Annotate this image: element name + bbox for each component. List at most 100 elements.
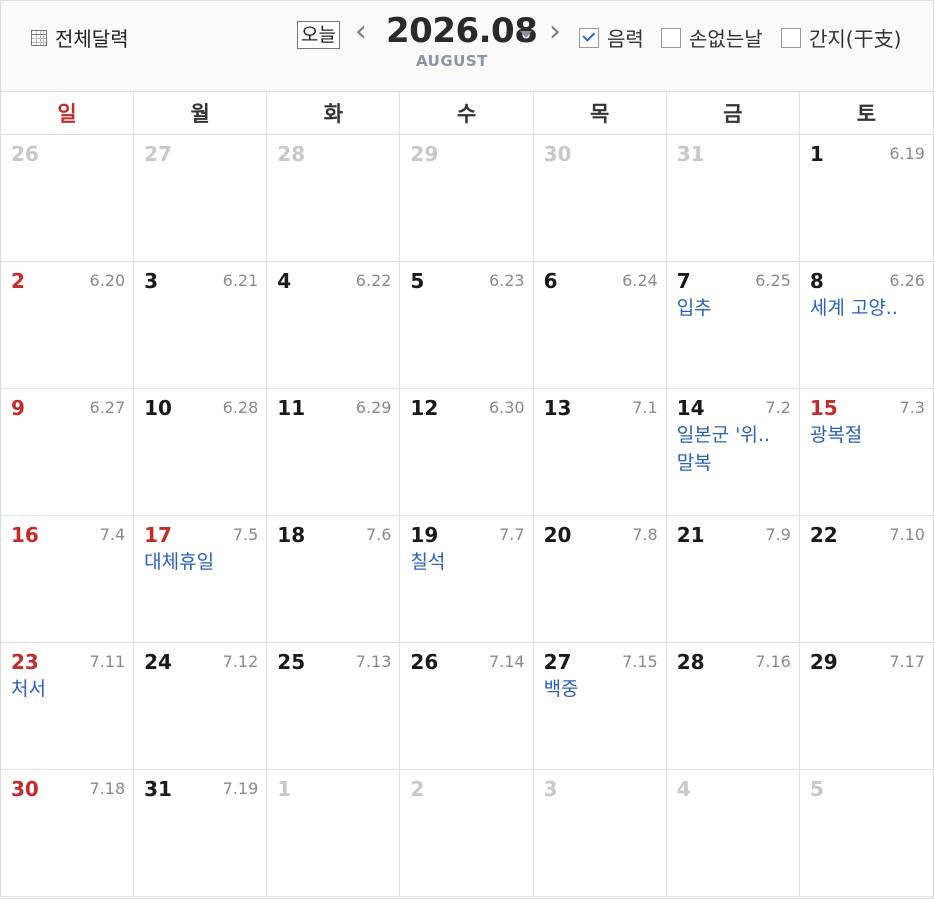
month-dropdown-caret-icon[interactable] <box>520 31 532 38</box>
lunar-date: 7.4 <box>99 525 126 544</box>
day-number: 22 <box>809 523 838 547</box>
lunar-date: 7.17 <box>889 652 925 671</box>
event-item[interactable]: 칠석 <box>410 548 524 576</box>
event-item[interactable]: 백중 <box>544 675 658 703</box>
day-cell[interactable]: 6 6.24 <box>533 262 667 389</box>
lunar-date: 6.24 <box>622 271 658 290</box>
day-cell[interactable]: 2 <box>400 770 534 897</box>
day-number: 31 <box>676 142 705 166</box>
event-item[interactable]: 세계 고양.. <box>810 294 925 322</box>
day-number: 15 <box>809 396 838 420</box>
day-cell[interactable]: 24 7.12 <box>134 643 268 770</box>
day-cell[interactable]: 27 <box>134 135 268 262</box>
lunar-checkbox[interactable] <box>579 27 599 48</box>
day-number: 9 <box>11 396 25 420</box>
day-cell[interactable]: 12 6.30 <box>400 389 534 516</box>
lunar-date: 7.10 <box>889 525 925 544</box>
day-cell[interactable]: 3 <box>533 770 667 897</box>
lunar-date: 6.21 <box>222 271 259 290</box>
ganji-checkbox[interactable] <box>781 27 801 48</box>
event-item[interactable]: 입추 <box>677 294 791 322</box>
lunar-date: 6.22 <box>355 271 392 290</box>
day-number: 19 <box>410 523 439 547</box>
sonop-option[interactable]: 손없는날 <box>661 23 763 52</box>
event-item[interactable]: 대체휴일 <box>144 548 258 576</box>
prev-month-arrow-icon[interactable]: ‹ <box>355 17 367 47</box>
lunar-date: 7.6 <box>365 525 392 544</box>
day-cell[interactable]: 3 6.21 <box>134 262 268 389</box>
day-number: 28 <box>277 142 306 166</box>
month-title[interactable]: 2026.08 <box>386 11 538 51</box>
day-cell[interactable]: 1 6.19 <box>799 135 933 262</box>
day-cell[interactable]: 19 7.7 칠석 <box>400 516 534 643</box>
day-number: 24 <box>144 650 172 674</box>
lunar-date: 7.11 <box>89 652 126 671</box>
day-cell[interactable]: 21 7.9 <box>666 516 800 643</box>
day-number: 18 <box>277 523 306 547</box>
weekday-label: 목 <box>534 92 667 134</box>
day-number: 29 <box>809 650 838 674</box>
day-cell[interactable]: 14 7.2 일본군 '위.. 말복 <box>666 389 800 516</box>
lunar-date: 7.3 <box>899 398 925 417</box>
day-cell[interactable]: 2 6.20 <box>1 262 135 389</box>
weekday-label: 화 <box>267 92 401 134</box>
day-cell[interactable]: 18 7.6 <box>267 516 401 643</box>
day-cell[interactable]: 8 6.26 세계 고양.. <box>799 262 933 389</box>
day-cell[interactable]: 17 7.5 대체휴일 <box>134 516 268 643</box>
lunar-date: 7.14 <box>488 652 525 671</box>
day-cell[interactable]: 30 <box>533 135 667 262</box>
event-list: 입추 <box>677 294 791 322</box>
day-number: 3 <box>543 777 558 801</box>
day-cell[interactable]: 28 <box>267 135 401 262</box>
day-cell[interactable]: 9 6.27 <box>1 389 135 516</box>
day-cell[interactable]: 7 6.25 입추 <box>666 262 800 389</box>
day-cell[interactable]: 25 7.13 <box>267 643 401 770</box>
event-item[interactable]: 일본군 '위.. <box>677 421 791 449</box>
day-cell[interactable]: 1 <box>267 770 401 897</box>
calendar-toolbar: 전체달력 오늘 ‹ 2026.08 › AUGUST 음력 손없는날 간지(干支… <box>1 1 933 92</box>
weekday-label: 월 <box>134 92 268 134</box>
event-item[interactable]: 광복절 <box>810 421 925 449</box>
day-cell[interactable]: 23 7.11 처서 <box>1 643 135 770</box>
ganji-option[interactable]: 간지(干支) <box>781 23 901 52</box>
month-english-name: AUGUST <box>416 52 488 70</box>
day-cell[interactable]: 4 <box>666 770 800 897</box>
day-cell[interactable]: 10 6.28 <box>134 389 268 516</box>
day-number: 28 <box>676 650 705 674</box>
lunar-date: 7.19 <box>222 779 259 798</box>
lunar-date: 6.23 <box>488 271 525 290</box>
day-cell[interactable]: 29 <box>400 135 534 262</box>
day-cell[interactable]: 11 6.29 <box>267 389 401 516</box>
event-item[interactable]: 처서 <box>11 675 125 703</box>
today-button[interactable]: 오늘 <box>297 21 340 49</box>
day-cell[interactable]: 28 7.16 <box>666 643 800 770</box>
calendar-icon <box>31 29 47 46</box>
day-number: 29 <box>410 142 439 166</box>
sonop-checkbox[interactable] <box>661 27 681 48</box>
day-cell[interactable]: 31 <box>666 135 800 262</box>
day-cell[interactable]: 30 7.18 <box>1 770 135 897</box>
lunar-option[interactable]: 음력 <box>579 23 644 52</box>
day-cell[interactable]: 13 7.1 <box>533 389 667 516</box>
day-cell[interactable]: 20 7.8 <box>533 516 667 643</box>
day-cell[interactable]: 16 7.4 <box>1 516 135 643</box>
day-cell[interactable]: 26 <box>1 135 135 262</box>
day-cell[interactable]: 22 7.10 <box>799 516 933 643</box>
event-list: 백중 <box>544 675 658 703</box>
day-cell[interactable]: 26 7.14 <box>400 643 534 770</box>
weekday-label: 금 <box>667 92 800 134</box>
day-cell[interactable]: 31 7.19 <box>134 770 268 897</box>
day-cell[interactable]: 5 6.23 <box>400 262 534 389</box>
day-cell[interactable]: 4 6.22 <box>267 262 401 389</box>
day-number: 1 <box>809 142 824 166</box>
event-item[interactable]: 말복 <box>677 449 791 477</box>
day-cell[interactable]: 27 7.15 백중 <box>533 643 667 770</box>
day-number: 17 <box>144 523 172 547</box>
day-cell[interactable]: 5 <box>799 770 933 897</box>
full-calendar-button[interactable]: 전체달력 <box>31 23 129 52</box>
next-month-arrow-icon[interactable]: › <box>549 17 561 47</box>
day-cell[interactable]: 15 7.3 광복절 <box>799 389 933 516</box>
weekday-label: 수 <box>400 92 534 134</box>
day-number: 16 <box>11 523 39 547</box>
day-cell[interactable]: 29 7.17 <box>799 643 933 770</box>
